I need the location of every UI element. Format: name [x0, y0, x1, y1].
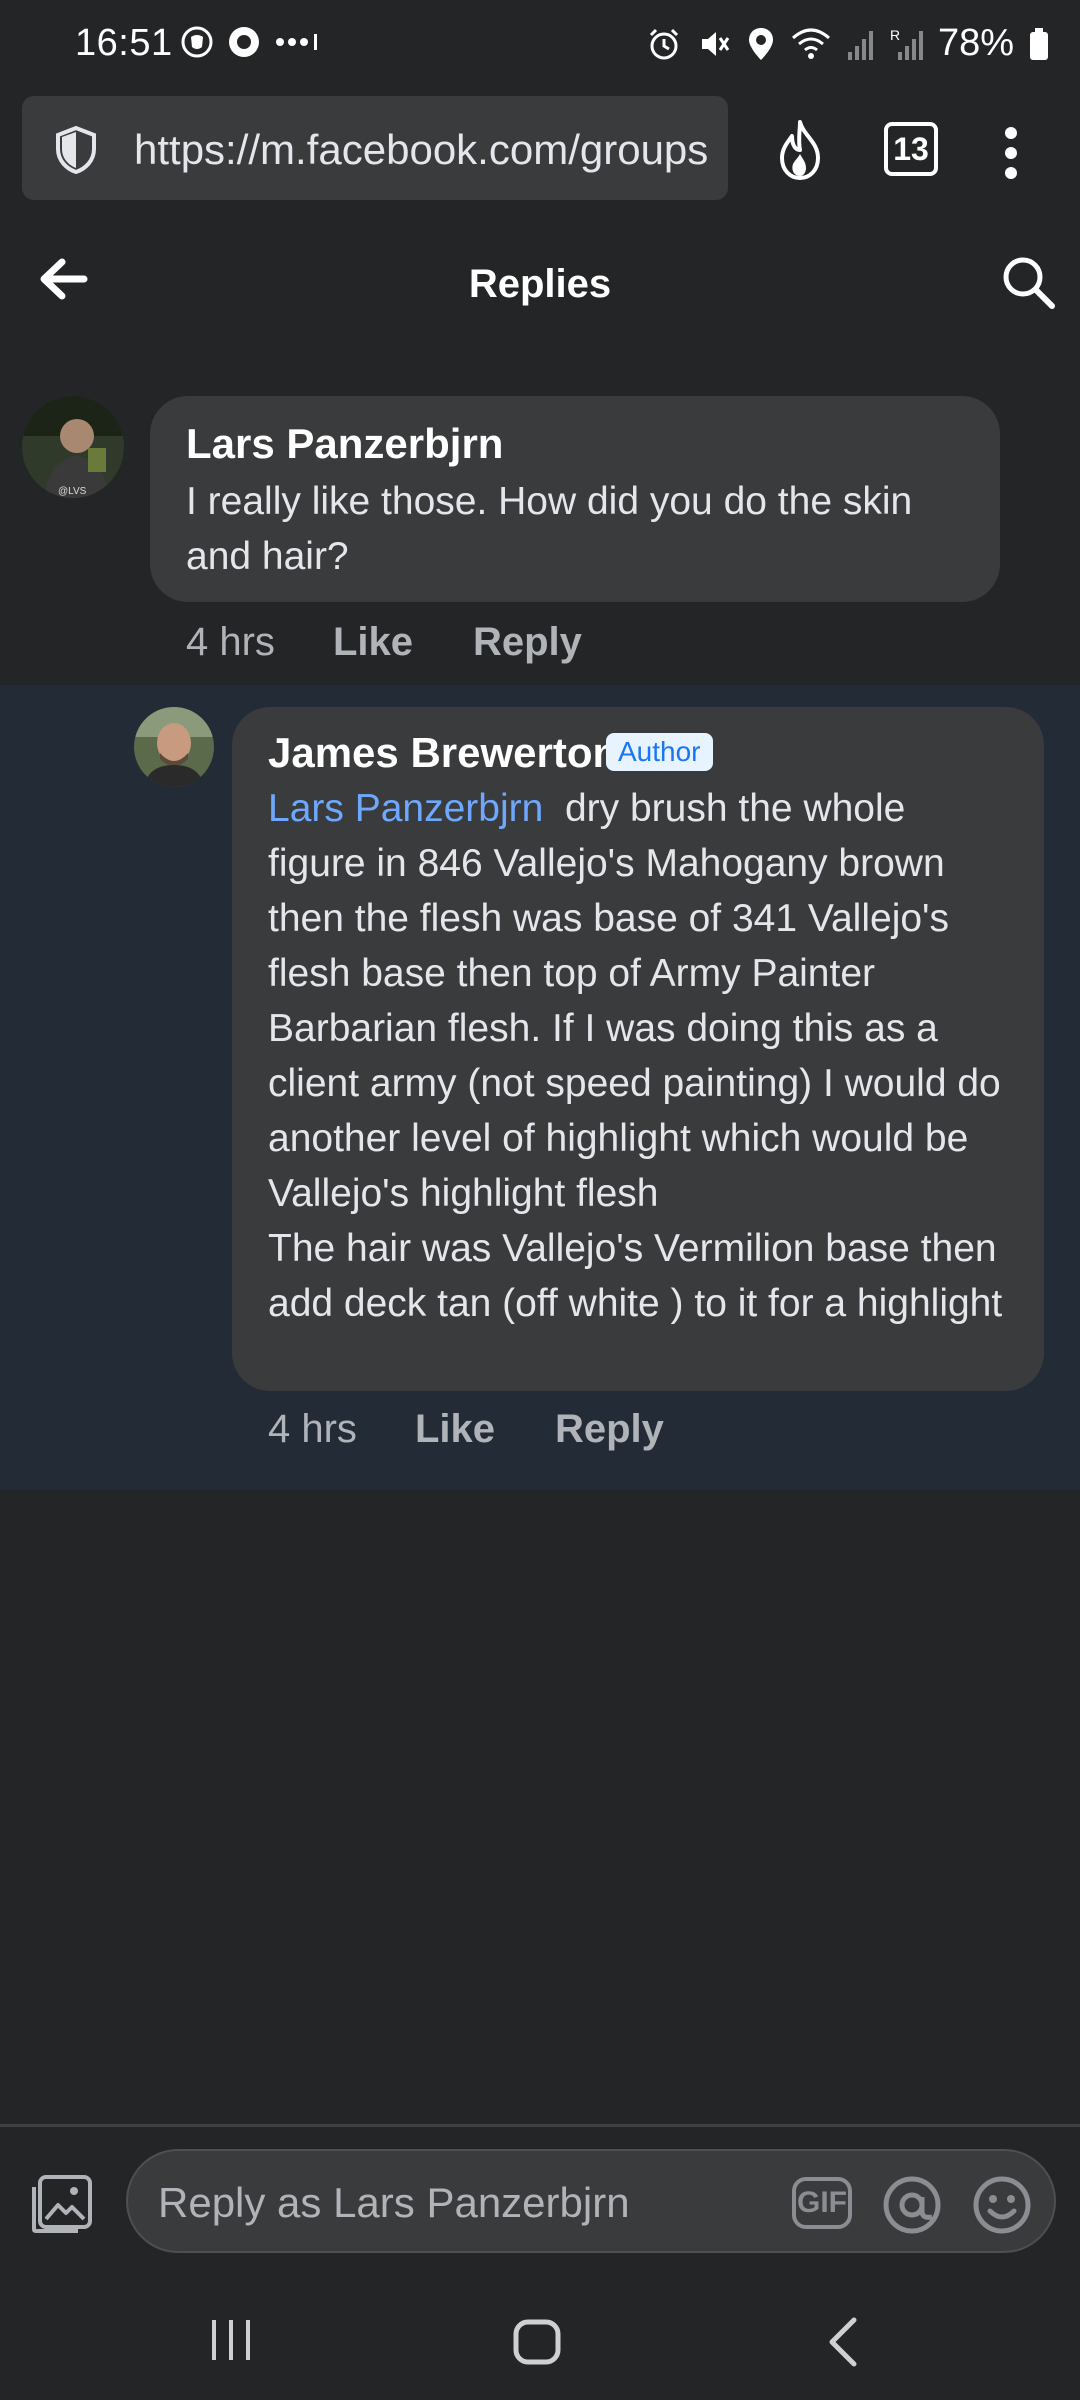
- svg-text:R: R: [890, 27, 900, 43]
- location-icon: [748, 27, 773, 60]
- nav-back-icon[interactable]: [826, 2316, 860, 2368]
- mention-icon[interactable]: [880, 2173, 944, 2237]
- comment-author[interactable]: Lars Panzerbjrn: [186, 420, 964, 468]
- comment: @LVS Lars Panzerbjrn I really like those…: [0, 360, 1080, 685]
- page-header: Replies: [0, 210, 1080, 360]
- status-right-icons: R 78%: [646, 22, 1050, 65]
- avatar[interactable]: [134, 707, 214, 787]
- avatar[interactable]: @LVS: [22, 396, 124, 498]
- reply-author-line: James BrewertonAuthor: [268, 729, 1008, 777]
- reply-actions: 4 hrs Like Reply: [268, 1407, 724, 1452]
- comment-bubble: Lars Panzerbjrn I really like those. How…: [150, 396, 1000, 602]
- gif-button[interactable]: GIF: [792, 2177, 852, 2229]
- status-bar: 16:51 R 78%: [0, 0, 1080, 90]
- emoji-icon[interactable]: [970, 2173, 1034, 2237]
- record-icon: [229, 27, 259, 57]
- battery-percent: 78%: [937, 22, 1014, 64]
- reply-input[interactable]: Reply as Lars Panzerbjrn GIF: [126, 2149, 1056, 2253]
- reply-text-second: The hair was Vallejo's Vermilion base th…: [268, 1227, 1003, 1325]
- reply-text: Lars Panzerbjrn dry brush the whole figu…: [268, 781, 1008, 1221]
- status-left-icons: [180, 24, 320, 60]
- reply-text-body: dry brush the whole figure in 846 Vallej…: [268, 787, 1001, 1215]
- vpn-icon: [181, 26, 213, 58]
- more-menu-icon[interactable]: [1004, 126, 1018, 180]
- photo-icon[interactable]: [30, 2173, 94, 2235]
- url-bar[interactable]: https://m.facebook.com/groups: [22, 96, 728, 200]
- page-title: Replies: [468, 262, 612, 306]
- like-button[interactable]: Like: [333, 620, 413, 665]
- author-badge: Author: [606, 732, 713, 771]
- svg-text:@LVS: @LVS: [58, 486, 87, 497]
- comment-actions: 4 hrs Like Reply: [186, 620, 642, 665]
- flame-icon[interactable]: [770, 118, 830, 182]
- shield-icon[interactable]: [50, 124, 102, 176]
- system-nav-bar: [0, 2280, 1080, 2400]
- home-icon[interactable]: [512, 2318, 566, 2366]
- battery-icon: [1030, 27, 1048, 60]
- wifi-icon: [791, 28, 830, 59]
- comment-time: 4 hrs: [186, 620, 275, 664]
- search-icon[interactable]: [1000, 254, 1056, 310]
- signal-icon-1: [847, 30, 873, 60]
- mute-icon: [701, 31, 730, 56]
- like-button[interactable]: Like: [415, 1407, 495, 1452]
- browser-toolbar: https://m.facebook.com/groups 13: [0, 90, 1080, 210]
- reply-author[interactable]: James Brewerton: [268, 729, 616, 777]
- reply-bubble: James BrewertonAuthor Lars Panzerbjrn dr…: [232, 707, 1044, 1391]
- url-text[interactable]: https://m.facebook.com/groups: [134, 126, 708, 174]
- reply-button[interactable]: Reply: [473, 620, 582, 665]
- more-notifications-icon: [276, 34, 317, 50]
- tabs-count-button[interactable]: 13: [884, 122, 938, 176]
- alarm-icon: [649, 28, 678, 59]
- reply-time: 4 hrs: [268, 1407, 357, 1451]
- signal-icon-2: R: [890, 27, 923, 60]
- reply-button[interactable]: Reply: [555, 1407, 664, 1452]
- recents-icon[interactable]: [208, 2318, 254, 2362]
- reply-composer: Reply as Lars Panzerbjrn GIF: [0, 2124, 1080, 2280]
- mention-link[interactable]: Lars Panzerbjrn: [268, 787, 543, 830]
- comment-text: I really like those. How did you do the …: [186, 480, 913, 578]
- reply-highlighted: James BrewertonAuthor Lars Panzerbjrn dr…: [0, 685, 1080, 1490]
- status-time: 16:51: [75, 22, 173, 64]
- reply-placeholder[interactable]: Reply as Lars Panzerbjrn: [158, 2179, 630, 2227]
